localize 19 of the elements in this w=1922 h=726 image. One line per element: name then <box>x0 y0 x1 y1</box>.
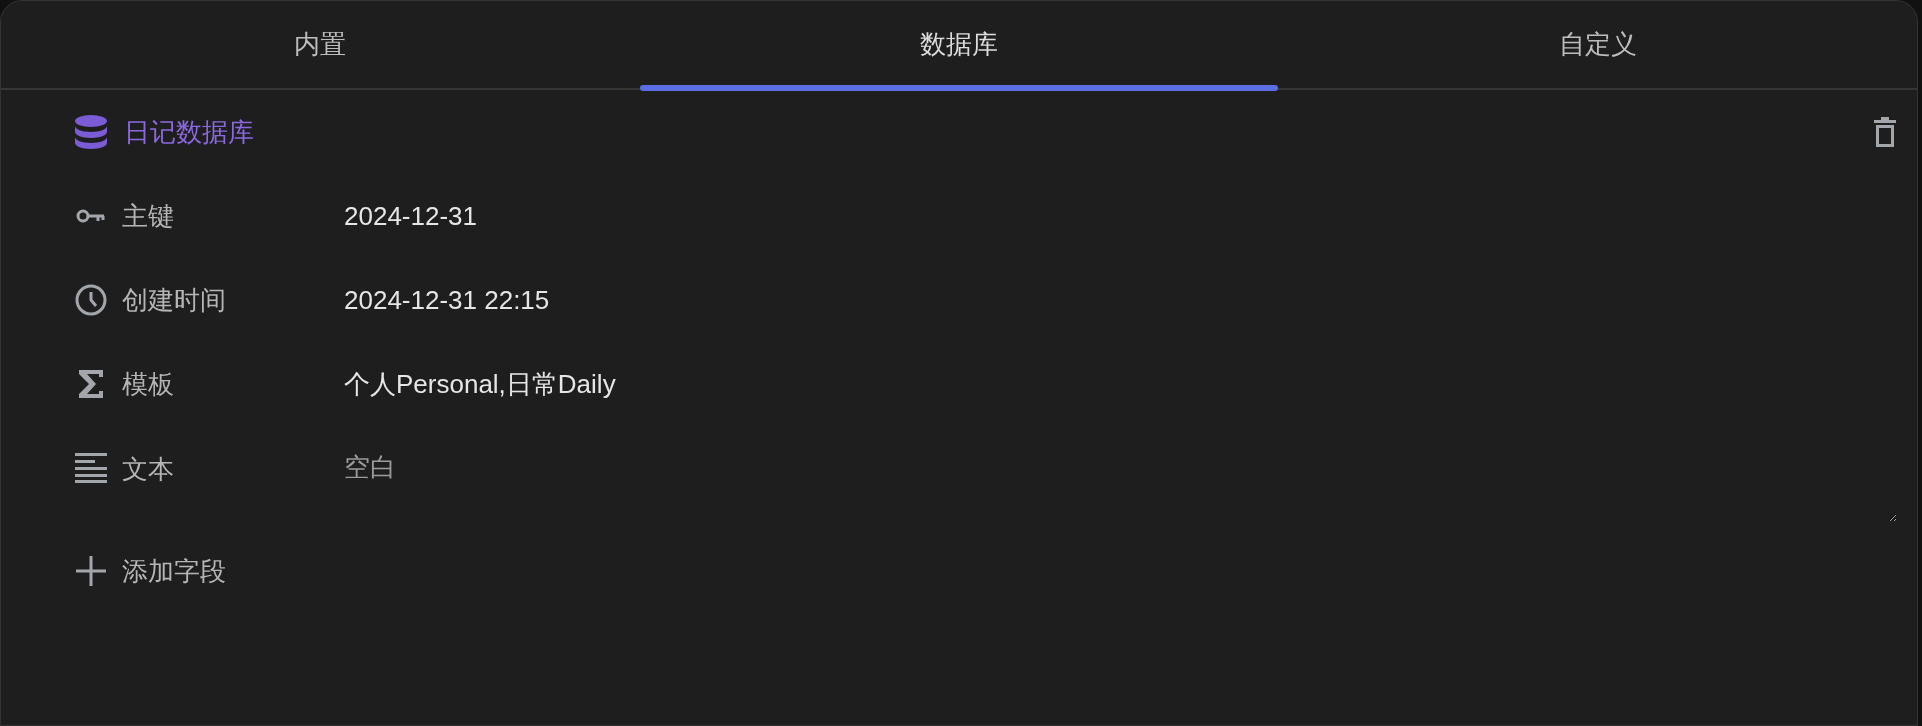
field-label: 模板 <box>122 367 175 401</box>
field-label: 主键 <box>122 199 175 233</box>
database-icon <box>74 115 108 149</box>
delete-icon[interactable] <box>1873 117 1897 147</box>
plus-icon <box>74 554 108 588</box>
field-label: 文本 <box>122 453 175 486</box>
field-value[interactable]: 2024-12-31 22:15 <box>344 280 550 320</box>
add-field-button[interactable]: 添加字段 <box>74 536 226 606</box>
tab[interactable]: 内置 <box>1 1 640 88</box>
tab[interactable]: 数据库 <box>639 1 1279 88</box>
text-area[interactable]: 空白 <box>344 450 1897 522</box>
tab[interactable]: 自定义 <box>1278 1 1917 88</box>
add-field-label: 添加字段 <box>122 554 226 588</box>
database-title[interactable]: 日记数据库 <box>124 112 254 152</box>
field-value[interactable]: 2024-12-31 <box>344 196 477 236</box>
field-label: 创建时间 <box>122 283 227 317</box>
text-lines-icon <box>74 450 108 484</box>
clock-icon <box>74 283 108 317</box>
field-value[interactable]: 个人Personal,日常Daily <box>344 364 616 404</box>
